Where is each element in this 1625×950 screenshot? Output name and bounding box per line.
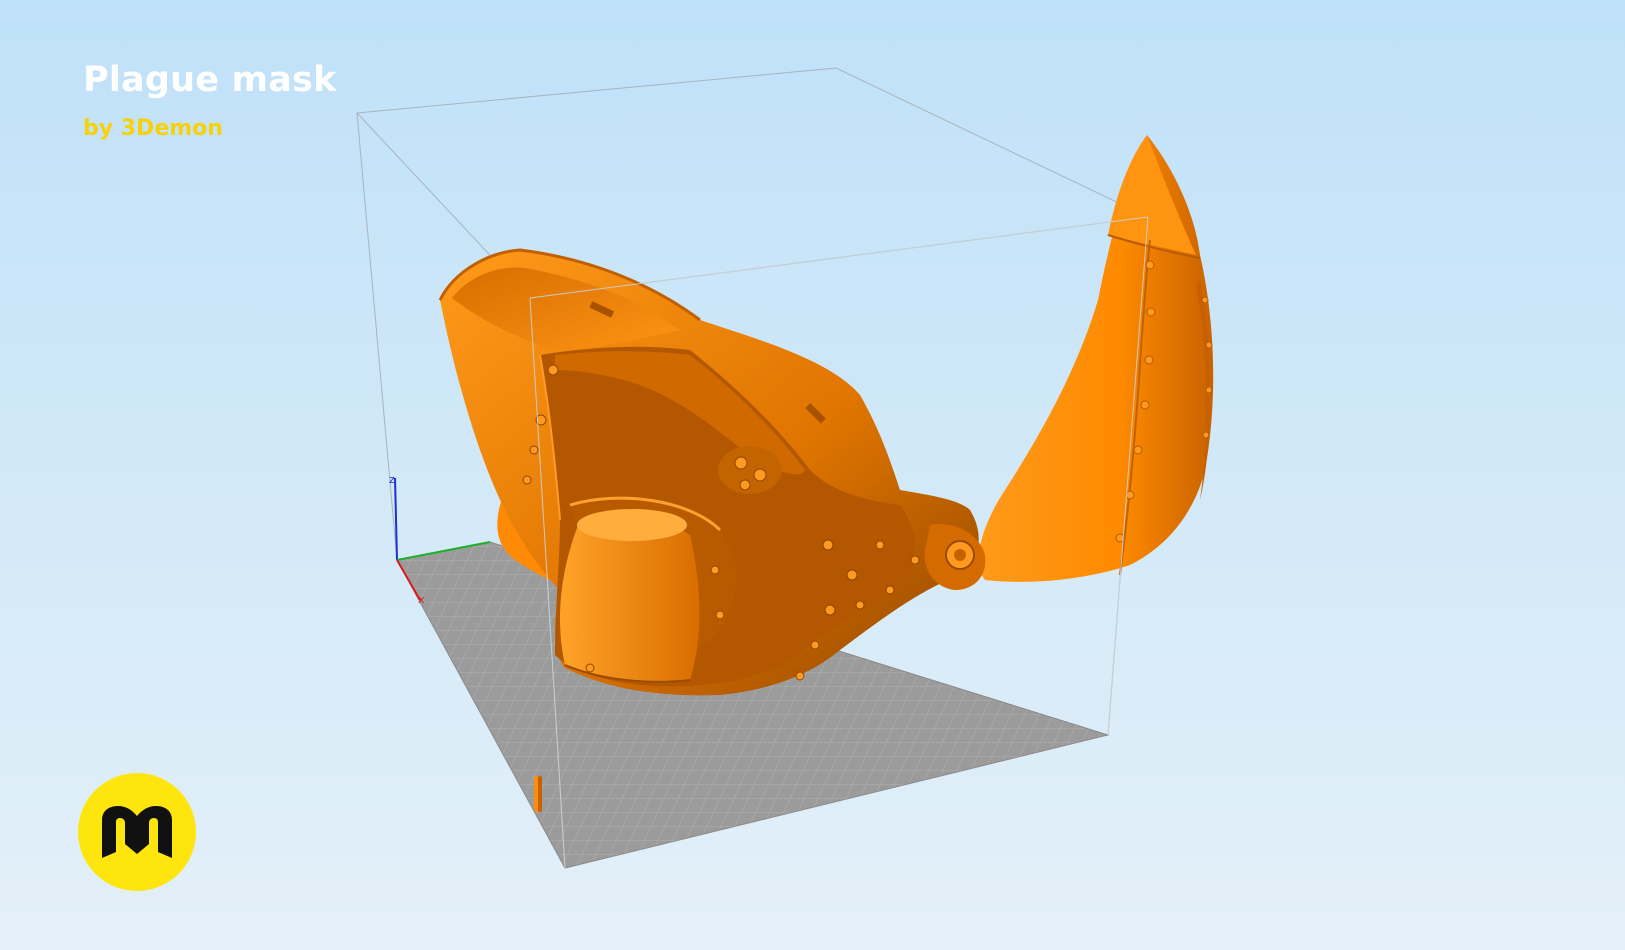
author-credit: by 3Demon <box>83 116 223 141</box>
brand-logo <box>78 773 196 891</box>
model-title: Plague mask <box>83 60 337 100</box>
small-peg-part <box>534 776 542 812</box>
scene-canvas[interactable] <box>0 0 1625 950</box>
3demon-logo-icon <box>102 806 172 858</box>
axis-z-label: z <box>389 473 395 486</box>
3d-viewport[interactable]: z x Plague mask by 3Demon <box>0 0 1625 950</box>
axis-x-label: x <box>418 593 425 606</box>
mask-horn-part <box>978 135 1214 582</box>
